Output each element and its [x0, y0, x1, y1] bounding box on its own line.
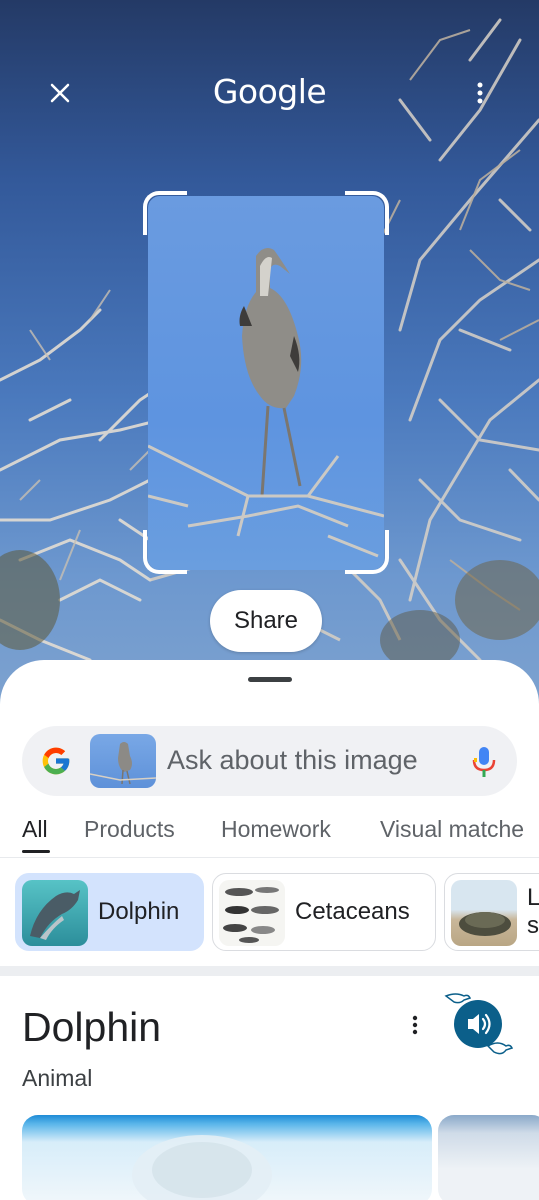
- active-tab-indicator: [22, 850, 50, 853]
- selection-corner-top-right[interactable]: [345, 191, 389, 235]
- selection-corner-bottom-left[interactable]: [143, 530, 187, 574]
- search-bar[interactable]: Ask about this image: [22, 726, 517, 796]
- drag-handle[interactable]: [248, 677, 292, 682]
- volume-icon: [444, 993, 514, 1055]
- cetaceans-thumbnail: [219, 880, 285, 946]
- tab-homework[interactable]: Homework: [221, 816, 331, 843]
- dolphin-photo: [132, 1135, 272, 1200]
- entity-title: Dolphin: [22, 1004, 162, 1050]
- entity-image[interactable]: [22, 1115, 432, 1200]
- chip-cetaceans[interactable]: Cetaceans: [212, 873, 436, 951]
- tabs-divider: [0, 857, 539, 858]
- tab-products[interactable]: Products: [84, 816, 175, 843]
- cetaceans-chart-image: [223, 887, 279, 943]
- dolphin-image: [30, 890, 80, 940]
- section-divider: [0, 966, 539, 976]
- entity-subtitle: Animal: [22, 1065, 93, 1091]
- mic-icon[interactable]: [471, 746, 497, 778]
- result-tabs: All Products Homework Visual matche: [0, 812, 539, 856]
- google-logo: Google: [212, 72, 327, 111]
- more-options-button[interactable]: [460, 73, 500, 113]
- chip-dolphin[interactable]: Dolphin: [15, 873, 204, 951]
- turtle-thumbnail: [451, 880, 517, 946]
- selected-image-region[interactable]: [148, 196, 384, 570]
- entity-chips: Dolphin Cetaceans s: [0, 873, 539, 953]
- entity-image-secondary[interactable]: [438, 1115, 539, 1200]
- selection-corner-bottom-right[interactable]: [345, 530, 389, 574]
- entity-more-button[interactable]: [400, 1010, 430, 1040]
- tab-visual-matches[interactable]: Visual matche: [380, 816, 524, 843]
- heron-thumbnail-image: [90, 742, 156, 785]
- search-input[interactable]: Ask about this image: [167, 745, 418, 776]
- tab-all[interactable]: All: [22, 816, 48, 843]
- search-image-thumbnail[interactable]: [90, 734, 156, 788]
- chip-label: Dolphin: [98, 898, 180, 925]
- pronunciation-button[interactable]: [444, 990, 518, 1062]
- heron-image: [148, 248, 384, 558]
- turtle-image: [459, 912, 511, 936]
- selection-corner-top-left[interactable]: [143, 191, 187, 235]
- chip-partial[interactable]: L s: [444, 873, 539, 951]
- share-button[interactable]: Share: [210, 590, 322, 652]
- chip-label: L s: [527, 884, 539, 939]
- dolphin-thumbnail: [22, 880, 88, 946]
- google-g-icon: [42, 747, 70, 775]
- results-sheet: Ask about this image All Products Homewo…: [0, 660, 539, 1200]
- more-vert-icon: [477, 82, 483, 104]
- chip-label: Cetaceans: [295, 898, 410, 925]
- more-vert-icon: [412, 1015, 418, 1035]
